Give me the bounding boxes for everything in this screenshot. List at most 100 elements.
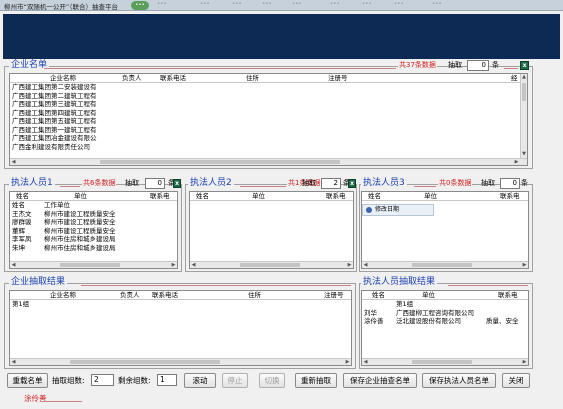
- column-header[interactable]: 住所: [246, 74, 259, 83]
- scroll-right-icon[interactable]: ▶: [521, 262, 528, 268]
- table-row[interactable]: 姓名 工作单位: [10, 201, 177, 210]
- top-menu-item[interactable]: •••: [262, 1, 272, 7]
- table-row[interactable]: 王杰文 柳州市建设工程质量安全: [10, 210, 177, 219]
- save-inspector-list-button[interactable]: 保存执法人员名单: [422, 373, 496, 388]
- reload-list-button[interactable]: 重载名单: [7, 373, 48, 388]
- table-row[interactable]: 李军凤 柳州市住房和城乡建设局: [10, 235, 177, 244]
- column-header[interactable]: 注册号: [324, 291, 344, 300]
- company-table[interactable]: 企业名称 负责人 联系电话 住所 注册号 经 广西建工集团第二安装建设有 广西建…: [9, 73, 528, 166]
- close-button[interactable]: 关闭: [502, 373, 530, 388]
- scroll-left-icon[interactable]: ◀: [190, 262, 197, 268]
- company-result-table[interactable]: 企业名称 负责人 联系电话 住所 注册号 第1组 ◀ ▶: [9, 290, 352, 366]
- scroll-left-icon[interactable]: ◀: [10, 159, 17, 165]
- horizontal-scrollbar[interactable]: ◀ ▶: [10, 261, 177, 268]
- horizontal-scrollbar[interactable]: ◀ ▶: [10, 158, 527, 165]
- scroll-right-icon[interactable]: ▶: [344, 359, 351, 365]
- column-header[interactable]: 联系电: [498, 291, 518, 300]
- table-row[interactable]: 第1组: [10, 300, 351, 309]
- column-header[interactable]: 姓名: [368, 192, 381, 201]
- scroll-left-icon[interactable]: ◀: [362, 262, 369, 268]
- table-row[interactable]: 第1组: [362, 300, 528, 309]
- scroll-thumb[interactable]: [522, 83, 526, 101]
- column-header[interactable]: 姓名: [196, 192, 209, 201]
- scroll-left-icon[interactable]: ◀: [10, 359, 17, 365]
- company-pick-input[interactable]: 0: [467, 60, 489, 71]
- scroll-right-icon[interactable]: ▶: [513, 159, 520, 165]
- table-row[interactable]: 广西金利建设有限责任公司: [10, 143, 527, 152]
- table-row[interactable]: 广西建工集团第五建筑工程有: [10, 117, 527, 126]
- scroll-left-icon[interactable]: ◀: [362, 359, 369, 365]
- scroll-thumb[interactable]: [240, 263, 300, 267]
- column-header[interactable]: 企业名称: [50, 74, 76, 83]
- horizontal-scrollbar[interactable]: ◀ ▶: [362, 261, 528, 268]
- scroll-thumb[interactable]: [70, 360, 220, 364]
- table-row[interactable]: 广西建工集团第一建筑工程有: [10, 126, 527, 135]
- scroll-thumb[interactable]: [100, 160, 340, 164]
- column-header[interactable]: 经: [511, 74, 518, 83]
- top-menu-item[interactable]: •••: [330, 1, 340, 7]
- column-header[interactable]: 单位: [74, 192, 87, 201]
- table-row[interactable]: 刘华 广西建柳工程咨询有限公司: [362, 309, 528, 318]
- table-row[interactable]: 广西建工集团第二建筑工程有: [10, 92, 527, 101]
- inspectors2-table[interactable]: 姓名 单位 联系电 ◀ ▶: [189, 191, 354, 269]
- column-header[interactable]: 联系电: [326, 192, 346, 201]
- top-menu-item[interactable]: •••: [292, 1, 302, 7]
- column-header[interactable]: 单位: [252, 192, 265, 201]
- column-header[interactable]: 单位: [422, 291, 435, 300]
- scroll-thumb[interactable]: [412, 360, 472, 364]
- top-menu-item[interactable]: •••: [432, 1, 442, 7]
- column-header[interactable]: 联系电: [150, 192, 170, 201]
- column-header[interactable]: 联系电: [500, 192, 520, 201]
- redraw-button[interactable]: 重新抽取: [295, 373, 337, 388]
- scroll-down-icon[interactable]: ▼: [521, 151, 527, 158]
- column-header[interactable]: 姓名: [372, 291, 385, 300]
- excel-icon[interactable]: x: [520, 61, 529, 70]
- scroll-up-icon[interactable]: ▲: [521, 74, 527, 81]
- column-header[interactable]: 注册号: [328, 74, 348, 83]
- scroll-right-icon[interactable]: ▶: [170, 262, 177, 268]
- scroll-thumb[interactable]: [412, 263, 472, 267]
- save-company-list-button[interactable]: 保存企业抽查名单: [343, 373, 417, 388]
- table-row[interactable]: 廖群骏 柳州市建设工程质量安全: [10, 218, 177, 227]
- column-header[interactable]: 负责人: [122, 74, 142, 83]
- scroll-button[interactable]: 滚动: [184, 373, 216, 388]
- inspector-result-table[interactable]: 姓名 单位 联系电 第1组 刘华 广西建柳工程咨询有限公司 涂伶善 泛北建设股份有限…: [361, 290, 529, 366]
- column-header[interactable]: 联系电话: [160, 74, 186, 83]
- title-pill[interactable]: •••: [131, 1, 149, 10]
- stop-button[interactable]: 停止: [222, 373, 248, 388]
- table-row[interactable]: 广西建工集团第四建筑工程有: [10, 109, 527, 118]
- scroll-right-icon[interactable]: ▶: [346, 262, 353, 268]
- table-row[interactable]: 朱坤 柳州市住房和城乡建设局: [10, 244, 177, 253]
- horizontal-scrollbar[interactable]: ◀ ▶: [190, 261, 353, 268]
- column-header[interactable]: 负责人: [120, 291, 140, 300]
- horizontal-scrollbar[interactable]: ◀ ▶: [10, 358, 351, 365]
- inspectors1-pick-input[interactable]: 0: [145, 178, 165, 189]
- excel-icon[interactable]: x: [173, 179, 181, 188]
- groups-input[interactable]: 2: [91, 374, 114, 386]
- top-menu-item[interactable]: •••: [200, 1, 210, 7]
- scroll-left-icon[interactable]: ◀: [10, 262, 17, 268]
- inspectors3-table[interactable]: 姓名 单位 联系电 ◀ ▶: [361, 191, 529, 269]
- column-header[interactable]: 住所: [248, 291, 261, 300]
- switch-button[interactable]: 切换: [259, 373, 285, 388]
- column-header[interactable]: 企业名称: [50, 291, 76, 300]
- horizontal-scrollbar[interactable]: ◀ ▶: [362, 358, 528, 365]
- scroll-right-icon[interactable]: ▶: [521, 359, 528, 365]
- vertical-scrollbar[interactable]: ▲ ▼: [520, 74, 527, 158]
- inspectors1-table[interactable]: 姓名 单位 联系电 姓名 工作单位 王杰文 柳州市建设工程质量安全 廖群骏 柳州市建设…: [9, 191, 178, 269]
- context-menu-item[interactable]: 修改日期: [362, 204, 434, 216]
- top-menu-item[interactable]: •••: [157, 1, 167, 7]
- table-row[interactable]: 董辉 柳州市建设工程质量安全: [10, 227, 177, 236]
- table-row[interactable]: 涂伶善 泛北建设股份有限公司 质量、安全: [362, 317, 528, 326]
- column-header[interactable]: 联系电话: [152, 291, 178, 300]
- inspectors3-pick-input[interactable]: 0: [500, 178, 520, 189]
- excel-icon[interactable]: x: [348, 179, 356, 188]
- top-menu-item[interactable]: •••: [394, 1, 404, 7]
- column-header[interactable]: 姓名: [16, 192, 29, 201]
- column-header[interactable]: 单位: [424, 192, 437, 201]
- inspectors2-pick-input[interactable]: 2: [321, 178, 341, 189]
- remaining-input[interactable]: 1: [157, 374, 177, 386]
- table-row[interactable]: 广西建工集团第三建筑工程有: [10, 100, 527, 109]
- table-row[interactable]: 广西建工集团第二安装建设有: [10, 83, 527, 92]
- scroll-thumb[interactable]: [60, 263, 120, 267]
